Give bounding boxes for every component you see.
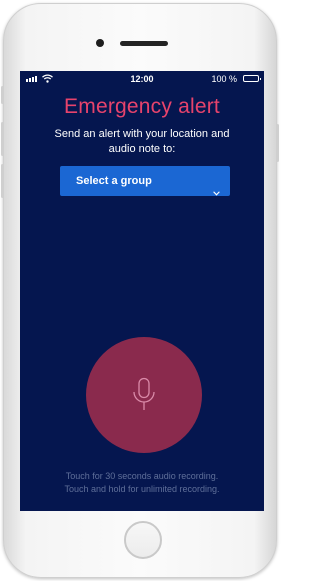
home-button[interactable] bbox=[124, 521, 162, 559]
recording-instructions: Touch for 30 seconds audio recording. To… bbox=[30, 470, 254, 496]
battery-percentage: 100 % bbox=[211, 74, 237, 84]
volume-down-button bbox=[1, 164, 4, 198]
recording-hint-long: Touch and hold for unlimited recording. bbox=[64, 484, 220, 494]
recording-hint-short: Touch for 30 seconds audio recording. bbox=[65, 471, 219, 481]
alert-description: Send an alert with your location and aud… bbox=[54, 128, 230, 155]
microphone-icon bbox=[133, 377, 155, 410]
chevron-down-icon bbox=[213, 178, 220, 208]
power-button bbox=[276, 124, 279, 162]
page-title: Emergency alert bbox=[64, 95, 220, 118]
status-bar: 12:00 100 % bbox=[20, 71, 264, 87]
group-select[interactable]: Select a group bbox=[60, 166, 230, 196]
battery-icon bbox=[243, 75, 261, 82]
front-camera bbox=[96, 39, 104, 47]
record-audio-button[interactable] bbox=[86, 337, 202, 453]
earpiece-speaker bbox=[120, 41, 168, 46]
volume-up-button bbox=[1, 122, 4, 156]
phone-frame: 12:00 100 % Emergency alert Send an aler… bbox=[1, 3, 279, 578]
silent-switch bbox=[1, 86, 4, 104]
app-screen: 12:00 100 % Emergency alert Send an aler… bbox=[20, 71, 264, 511]
group-select-label: Select a group bbox=[76, 175, 152, 187]
